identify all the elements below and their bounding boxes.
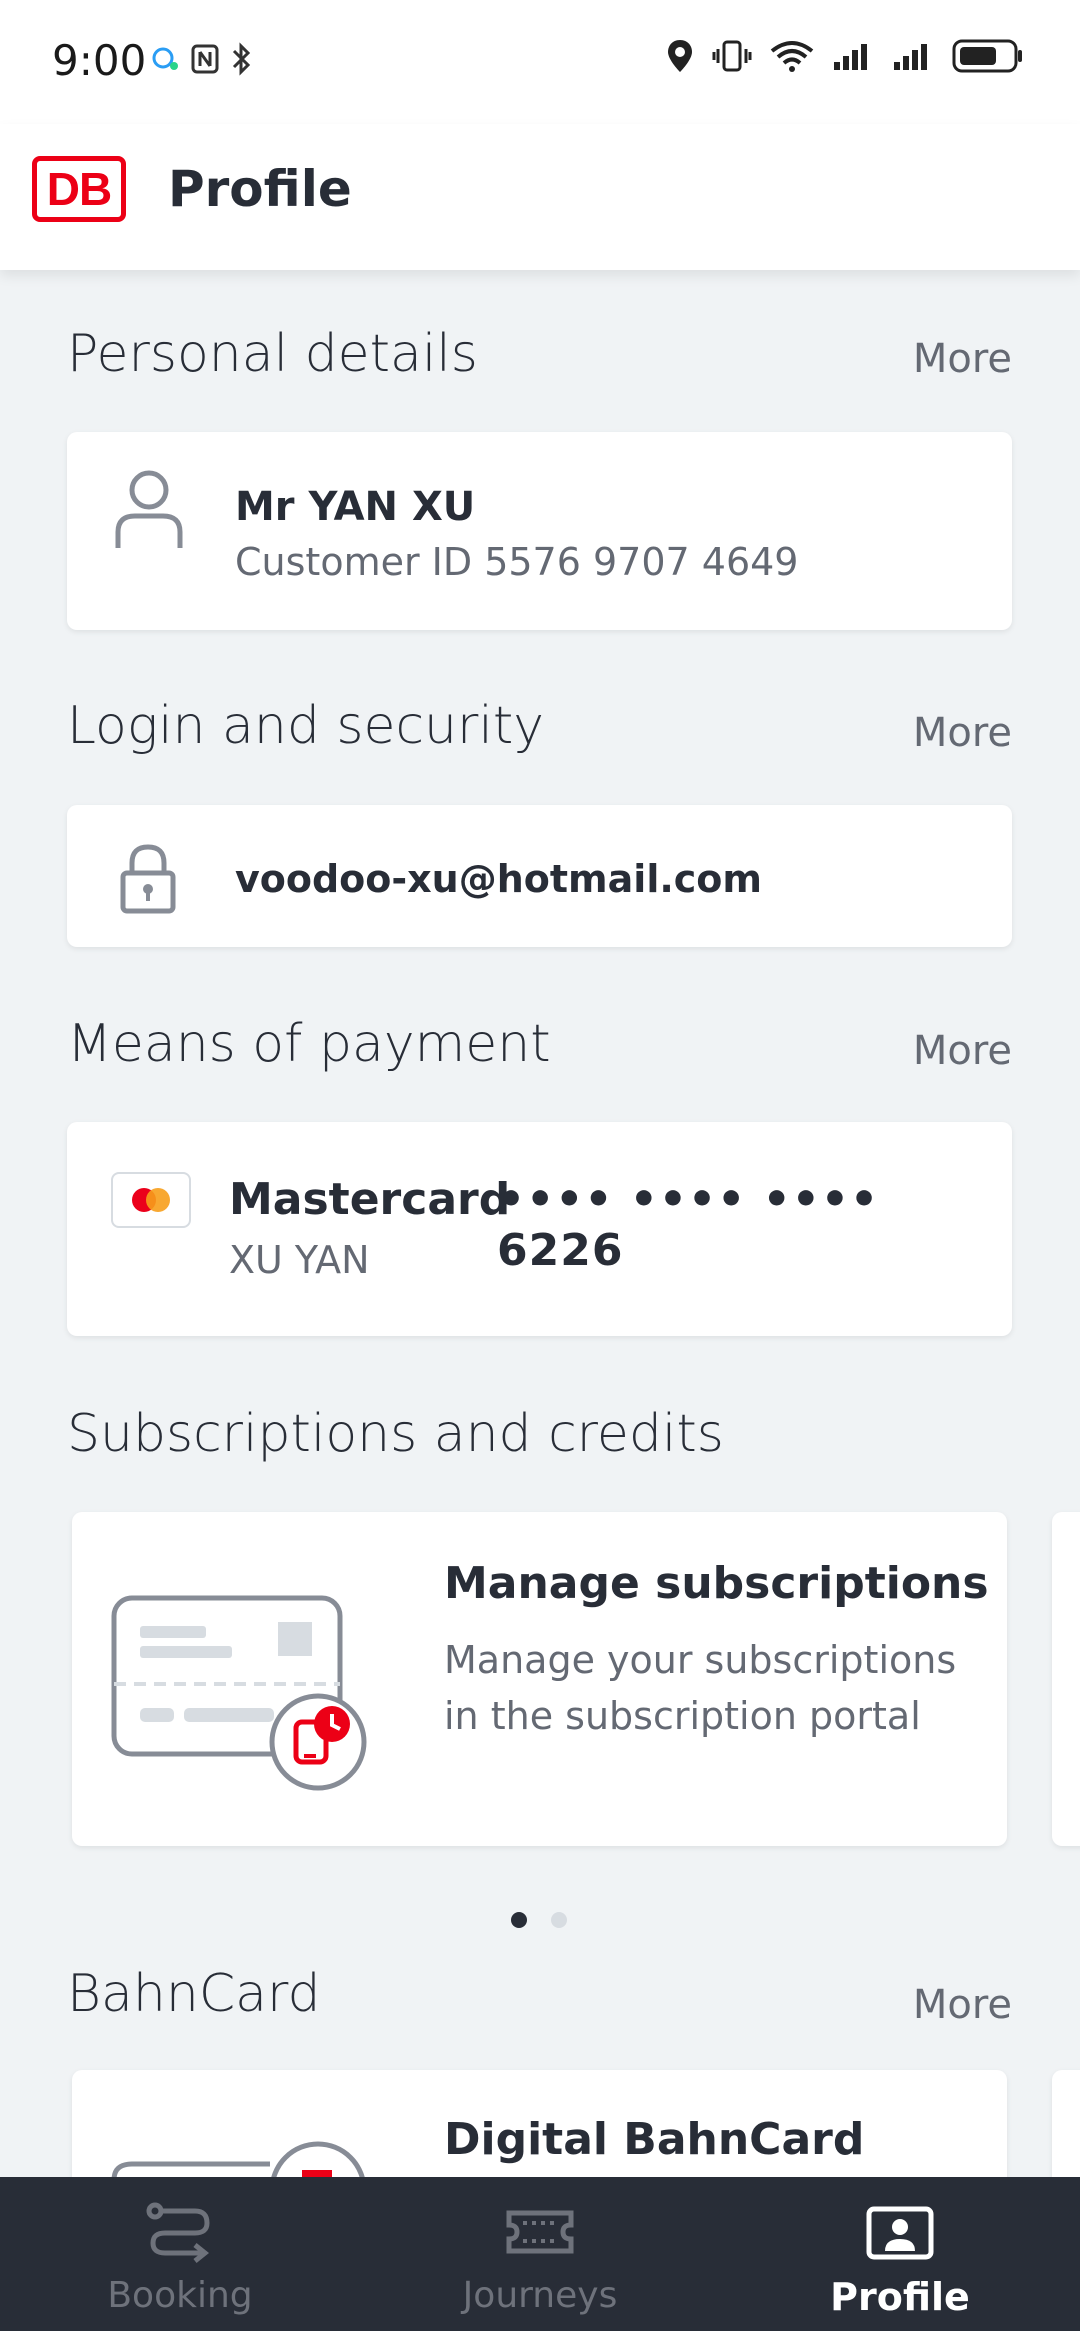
ticket-icon [506,2210,574,2254]
login-security-title: Login and security [67,696,544,756]
assistant-icon [152,47,178,70]
nav-booking-label: Booking [107,2275,253,2316]
status-left-icons [150,42,254,76]
carousel-dot[interactable] [551,1912,567,1928]
bahncard-more-link[interactable]: More [913,1982,1012,2028]
mastercard-icon [111,1172,191,1228]
customer-name: Mr YAN XU [235,484,476,530]
personal-details-title: Personal details [67,324,478,384]
bahncard-icon [111,2141,365,2177]
profile-content[interactable]: Personal details More Mr YAN XU Customer… [0,270,1080,2177]
status-bar: 9:00 [0,0,1080,124]
nav-journeys-label: Journeys [462,2275,618,2316]
manage-subscriptions-card[interactable]: Manage subscriptions Manage your subscri… [72,1512,1007,1846]
location-icon [668,40,692,72]
personal-details-card[interactable]: Mr YAN XU Customer ID 5576 9707 4649 [67,432,1012,630]
lock-icon [120,844,176,914]
card-holder: XU YAN [229,1238,370,1282]
payment-card[interactable]: Mastercard •••• •••• •••• 6226 XU YAN [67,1122,1012,1336]
page-title: Profile [168,160,352,218]
signal-icon-2 [894,44,927,70]
payment-title: Means of payment [67,1014,551,1074]
app-header: DB Profile [0,124,1080,270]
bottom-navigation: Booking Journeys Profile [0,2177,1080,2331]
nav-booking[interactable]: Booking [0,2177,360,2331]
account-email: voodoo-xu@hotmail.com [235,857,763,901]
manage-subscriptions-desc: Manage your subscriptions in the subscri… [444,1638,957,1738]
status-right-icons [666,38,1024,74]
nav-profile-label: Profile [830,2275,970,2319]
carousel-dot-active[interactable] [511,1912,527,1928]
bluetooth-icon [232,42,251,76]
card-number: •••• •••• •••• 6226 [497,1174,880,1276]
payment-more-link[interactable]: More [913,1028,1012,1074]
subscriptions-title: Subscriptions and credits [67,1404,724,1464]
nfc-icon [191,44,219,74]
nav-profile[interactable]: Profile [720,2177,1080,2331]
next-bahncard-card-peek[interactable] [1052,2070,1080,2177]
status-time: 9:00 [52,36,147,85]
route-icon [146,2202,210,2263]
login-security-more-link[interactable]: More [913,710,1012,756]
profile-card-icon [866,2206,934,2260]
personal-details-more-link[interactable]: More [913,336,1012,382]
db-logo: DB [32,156,126,222]
subscription-card-icon [111,1595,367,1791]
bahncard-title: BahnCard [67,1964,321,2024]
digital-bahncard-card[interactable]: Digital BahnCard [72,2070,1007,2177]
signal-icon [834,44,867,70]
person-icon [115,470,183,548]
card-brand: Mastercard [229,1174,511,1225]
wifi-icon [770,41,814,72]
nav-journeys[interactable]: Journeys [360,2177,720,2331]
login-security-card[interactable]: voodoo-xu@hotmail.com [67,805,1012,947]
digital-bahncard-title: Digital BahnCard [444,2114,865,2165]
next-subscription-card-peek[interactable] [1052,1512,1080,1846]
battery-icon [952,39,1022,73]
customer-id: Customer ID 5576 9707 4649 [235,540,799,584]
vibrate-icon [712,40,752,72]
manage-subscriptions-title: Manage subscriptions [444,1558,989,1609]
